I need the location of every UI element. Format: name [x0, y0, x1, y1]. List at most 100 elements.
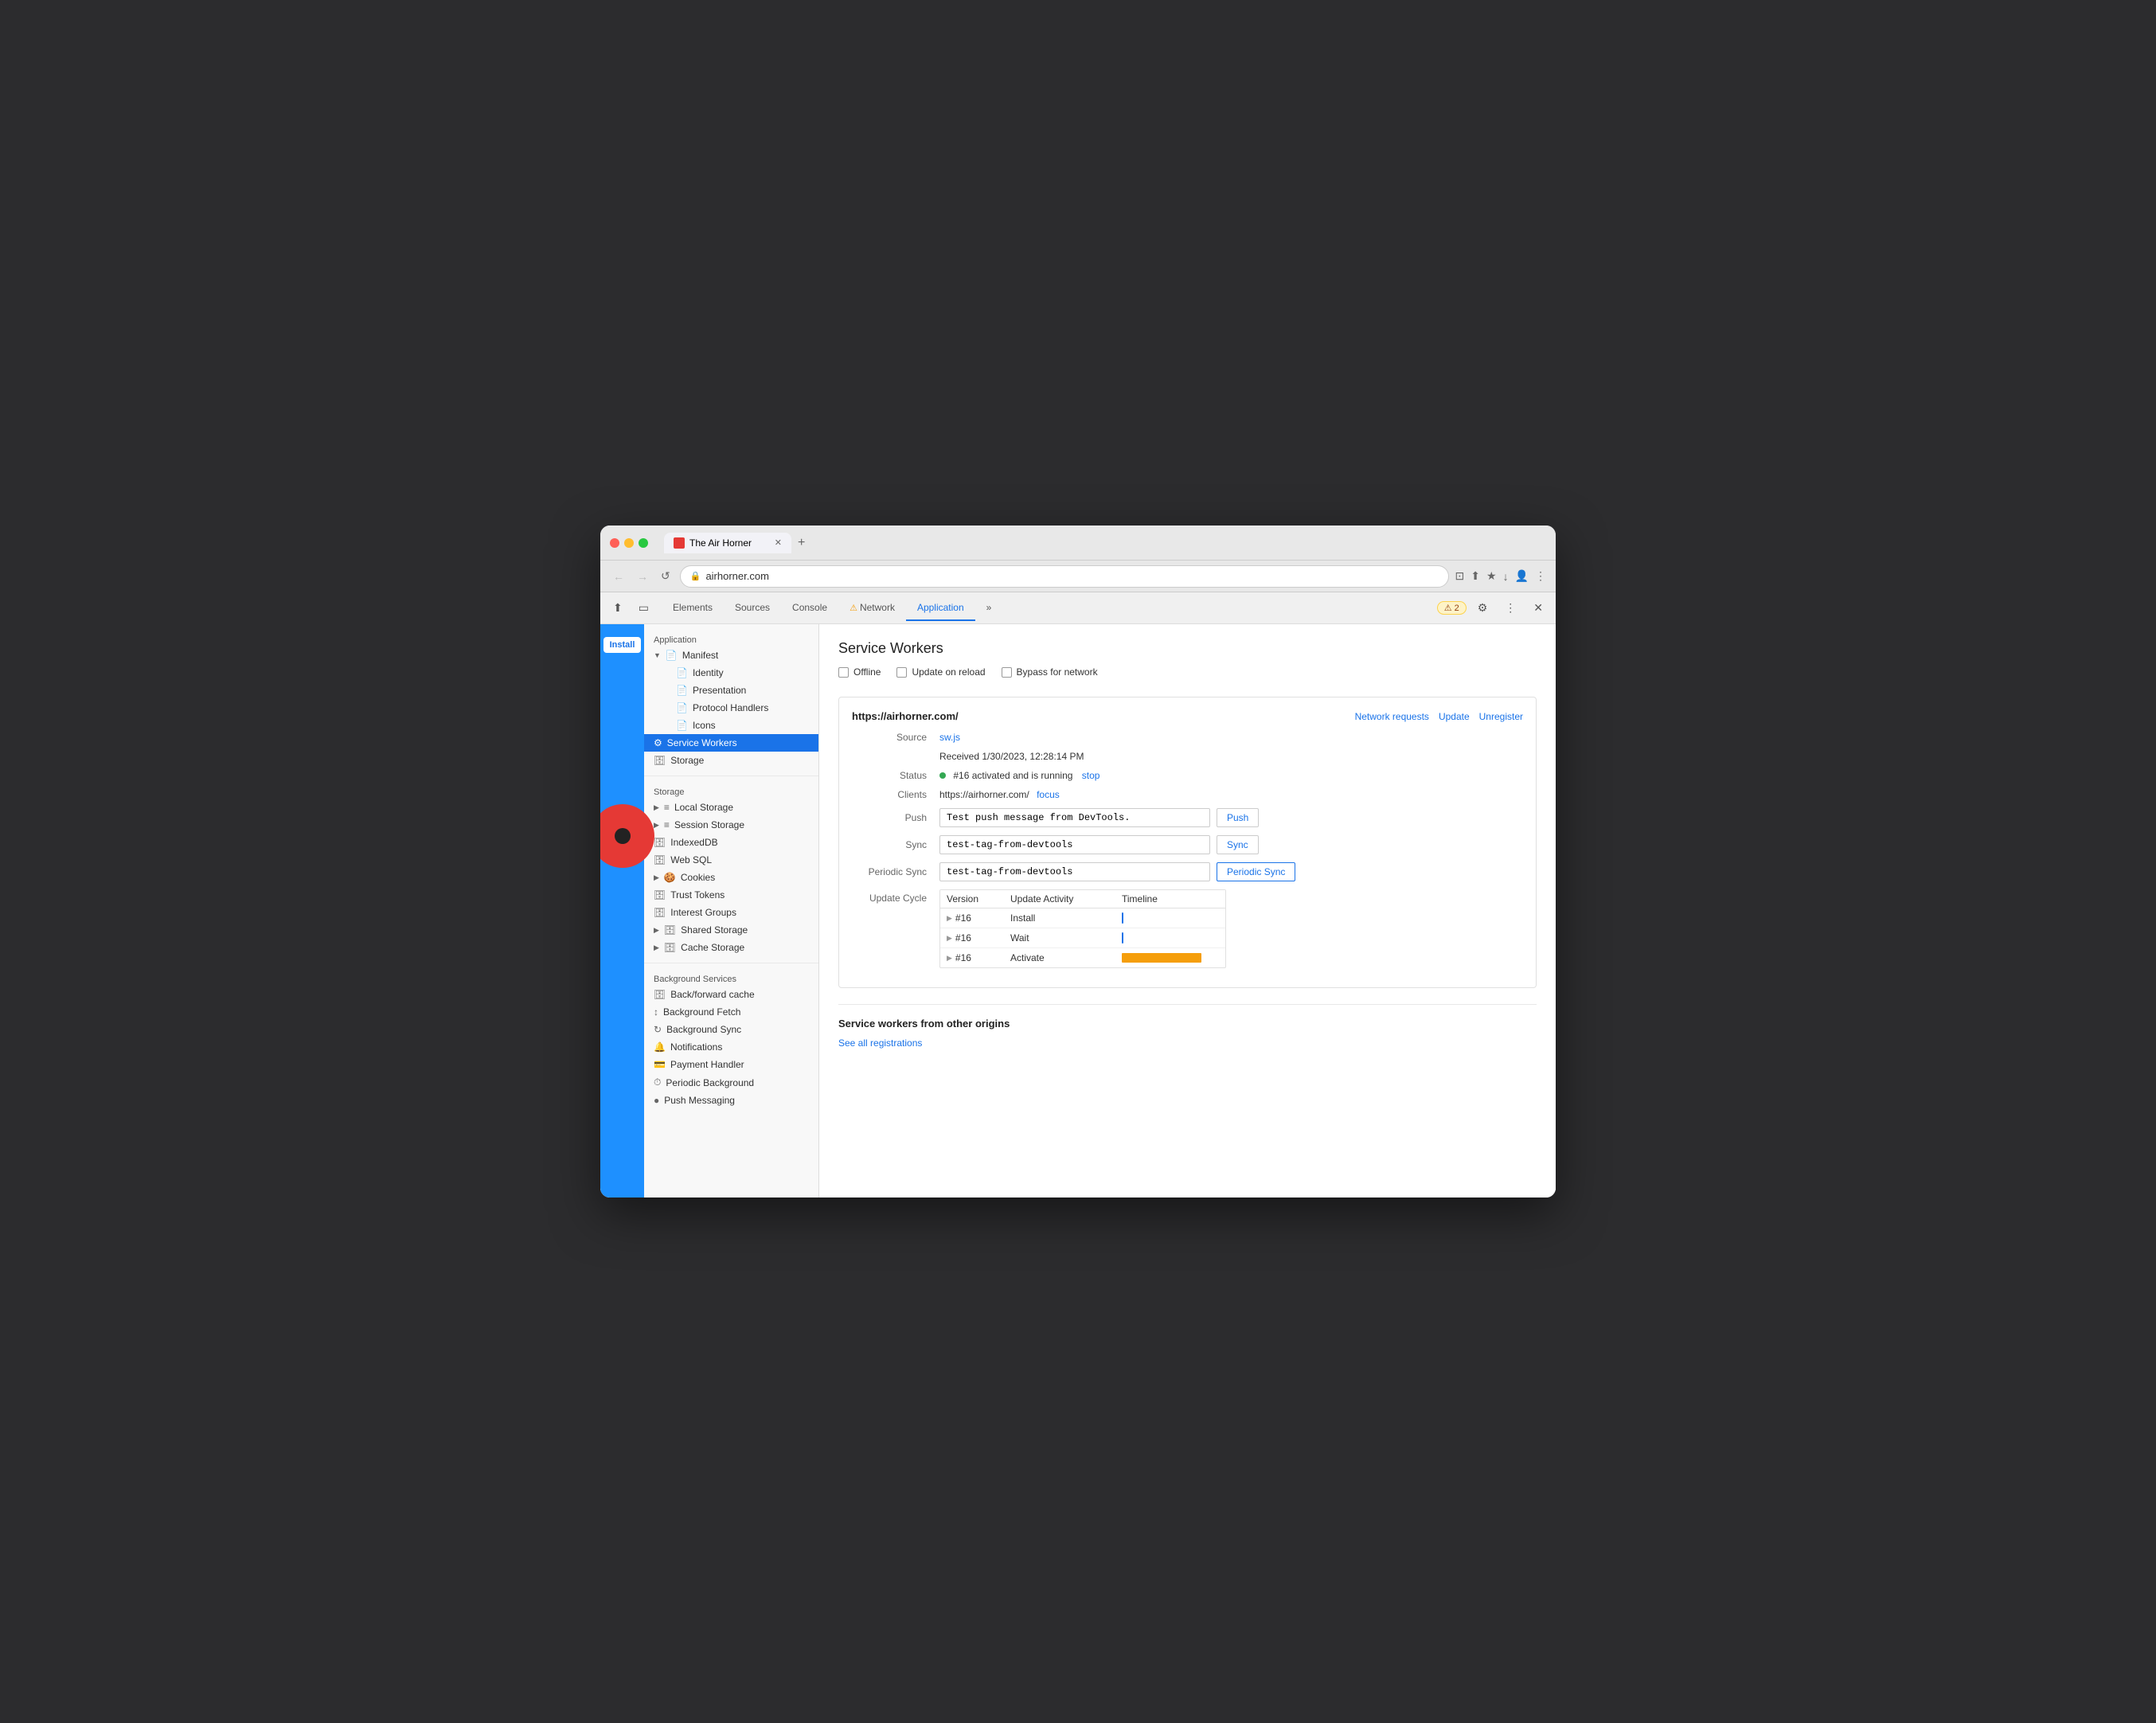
service-workers-icon: ⚙: [654, 737, 662, 748]
sidebar-item-background-sync[interactable]: ↻ Background Sync: [644, 1021, 818, 1038]
update-on-reload-checkbox[interactable]: [896, 667, 907, 678]
status-label: Status: [852, 770, 939, 781]
sidebar-item-storage[interactable]: 🗄 Storage: [644, 752, 818, 769]
focus-link[interactable]: focus: [1037, 789, 1060, 800]
sync-label: Sync: [852, 839, 939, 850]
bookmark-icon[interactable]: ★: [1486, 569, 1497, 583]
sidebar-item-periodic-background[interactable]: ⏱ Periodic Background: [644, 1073, 818, 1092]
offline-checkbox[interactable]: [838, 667, 849, 678]
sidebar-item-push-messaging[interactable]: ● Push Messaging: [644, 1092, 818, 1109]
sidebar-item-cookies-label: Cookies: [681, 872, 715, 883]
device-tool-icon[interactable]: ▭: [632, 598, 655, 618]
sidebar-item-presentation-label: Presentation: [693, 685, 746, 696]
title-bar: The Air Horner ✕ +: [600, 525, 1556, 561]
sidebar-item-session-storage[interactable]: ▶ ≡ Session Storage: [644, 816, 818, 834]
sync-button[interactable]: Sync: [1217, 835, 1259, 854]
update-on-reload-checkbox-label[interactable]: Update on reload: [896, 666, 985, 678]
sidebar-item-icons[interactable]: 📄 Icons: [644, 717, 818, 734]
settings-icon[interactable]: ⚙: [1471, 598, 1494, 618]
notifications-icon: 🔔: [654, 1041, 666, 1053]
sidebar-item-local-storage-label: Local Storage: [674, 802, 733, 813]
table-row: ▶ #16 Install: [940, 908, 1225, 928]
table-row: ▶ #16 Activate: [940, 948, 1225, 967]
tab-more[interactable]: »: [975, 596, 1003, 621]
sidebar-item-shared-storage[interactable]: ▶ 🗄 Shared Storage: [644, 921, 818, 939]
clients-value: https://airhorner.com/ focus: [939, 789, 1060, 800]
devtools-tabs: Elements Sources Console ⚠Network Applic…: [662, 596, 1002, 621]
traffic-lights: [610, 538, 648, 548]
cursor-tool-icon[interactable]: ⬆: [607, 598, 629, 618]
browser-sidebar: Install: [600, 624, 644, 1198]
update-link[interactable]: Update: [1439, 711, 1470, 722]
tab-network[interactable]: ⚠Network: [838, 596, 906, 621]
tab-console[interactable]: Console: [781, 596, 838, 621]
extension-icon[interactable]: ↓: [1503, 570, 1509, 583]
cookies-arrow-icon: ▶: [654, 873, 659, 882]
sidebar-item-notifications[interactable]: 🔔 Notifications: [644, 1038, 818, 1056]
bypass-for-network-checkbox[interactable]: [1002, 667, 1012, 678]
periodic-sync-button[interactable]: Periodic Sync: [1217, 862, 1295, 881]
install-button[interactable]: Install: [603, 637, 642, 653]
sidebar-item-manifest[interactable]: ▼ 📄 Manifest: [644, 647, 818, 664]
sw-links: Network requests Update Unregister: [1355, 711, 1523, 722]
sidebar-item-local-storage[interactable]: ▶ ≡ Local Storage: [644, 799, 818, 816]
sidebar-item-identity[interactable]: 📄 Identity: [644, 664, 818, 682]
lock-icon: 🔒: [690, 571, 701, 581]
more-options-icon[interactable]: ⋮: [1498, 598, 1522, 618]
close-devtools-icon[interactable]: ✕: [1527, 598, 1549, 618]
new-tab-button[interactable]: +: [791, 533, 811, 553]
sidebar-item-periodic-background-label: Periodic Background: [666, 1077, 754, 1088]
browser-tab[interactable]: The Air Horner ✕: [664, 533, 791, 553]
sw-origin: https://airhorner.com/: [852, 710, 959, 722]
push-input[interactable]: [939, 808, 1210, 827]
share-icon[interactable]: ⬆: [1471, 569, 1480, 583]
sidebar-item-background-fetch[interactable]: ↕ Background Fetch: [644, 1003, 818, 1021]
refresh-button[interactable]: ↺: [658, 568, 674, 584]
sidebar-item-back-forward-cache[interactable]: 🗄 Back/forward cache: [644, 986, 818, 1003]
source-file-link[interactable]: sw.js: [939, 732, 960, 743]
devtools-main-content: Service Workers Offline Update on reload…: [819, 624, 1556, 1198]
presentation-icon: 📄: [676, 685, 688, 696]
tab-sources[interactable]: Sources: [724, 596, 781, 621]
interest-groups-icon: 🗄: [654, 907, 666, 918]
bypass-for-network-checkbox-label[interactable]: Bypass for network: [1002, 666, 1098, 678]
forward-button[interactable]: →: [634, 568, 651, 584]
sw-push-row: Push Push: [852, 808, 1523, 827]
network-requests-link[interactable]: Network requests: [1355, 711, 1429, 722]
sidebar-item-protocol-handlers[interactable]: 📄 Protocol Handlers: [644, 699, 818, 717]
version-cell: ▶ #16: [947, 952, 1010, 963]
minimize-button[interactable]: [624, 538, 634, 548]
sidebar-item-indexeddb[interactable]: 🗄 IndexedDB: [644, 834, 818, 851]
unregister-link[interactable]: Unregister: [1479, 711, 1523, 722]
back-button[interactable]: ←: [610, 568, 627, 584]
sidebar-item-trust-tokens[interactable]: 🗄 Trust Tokens: [644, 886, 818, 904]
stop-link[interactable]: stop: [1082, 770, 1100, 781]
sidebar-item-payment-handler[interactable]: 💳 Payment Handler: [644, 1056, 818, 1073]
tab-application[interactable]: Application: [906, 596, 975, 621]
menu-icon[interactable]: ⋮: [1535, 569, 1546, 583]
sidebar-item-cache-storage[interactable]: ▶ 🗄 Cache Storage: [644, 939, 818, 956]
profile-icon[interactable]: 👤: [1515, 569, 1529, 583]
sw-entry-header: https://airhorner.com/ Network requests …: [852, 710, 1523, 722]
sidebar-item-presentation[interactable]: 📄 Presentation: [644, 682, 818, 699]
tab-elements[interactable]: Elements: [662, 596, 724, 621]
sidebar-item-service-workers[interactable]: ⚙ Service Workers: [644, 734, 818, 752]
periodic-sync-input[interactable]: [939, 862, 1210, 881]
sidebar-item-cookies[interactable]: ▶ 🍪 Cookies: [644, 869, 818, 886]
sidebar-item-service-workers-label: Service Workers: [667, 737, 737, 748]
tab-close-icon[interactable]: ✕: [775, 537, 782, 548]
row-arrow-icon: ▶: [947, 954, 952, 963]
push-button[interactable]: Push: [1217, 808, 1259, 827]
sync-input[interactable]: [939, 835, 1210, 854]
close-button[interactable]: [610, 538, 619, 548]
sidebar-item-websql[interactable]: 🗄 Web SQL: [644, 851, 818, 869]
warning-badge-icon: ⚠: [1444, 603, 1452, 613]
see-all-registrations-link[interactable]: See all registrations: [838, 1037, 922, 1049]
offline-checkbox-label[interactable]: Offline: [838, 666, 881, 678]
warning-badge[interactable]: ⚠ 2: [1437, 601, 1467, 615]
sidebar-item-interest-groups[interactable]: 🗄 Interest Groups: [644, 904, 818, 921]
address-input[interactable]: 🔒 airhorner.com: [680, 565, 1449, 588]
sidebar-item-manifest-label: Manifest: [682, 650, 718, 661]
maximize-button[interactable]: [639, 538, 648, 548]
cast-icon[interactable]: ⊡: [1455, 569, 1465, 583]
